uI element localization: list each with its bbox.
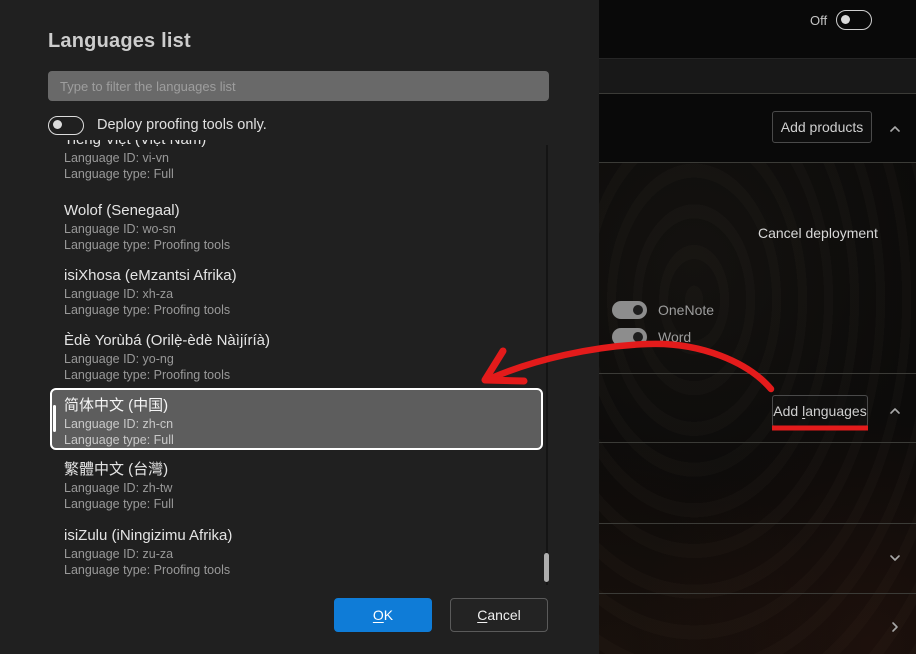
divider (599, 373, 916, 374)
list-item-selected[interactable]: 简体中文 (中国) Language ID: zh-cn Language ty… (50, 388, 543, 450)
toggle-knob (633, 305, 643, 315)
divider (599, 162, 916, 163)
selection-indicator (53, 405, 56, 432)
list-item[interactable]: Èdè Yorùbá (Orilẹ̀-èdè Nàìjíríà) Languag… (64, 332, 504, 383)
filter-languages-input[interactable] (48, 71, 549, 101)
word-label: Word (658, 329, 691, 345)
list-item[interactable]: Tiếng Việt (Việt Nam) Language ID: vi-vn… (64, 140, 504, 182)
onenote-label: OneNote (658, 302, 714, 318)
scrollbar-track (546, 145, 548, 585)
languages-list: Tiếng Việt (Việt Nam) Language ID: vi-vn… (0, 140, 599, 585)
chevron-right-icon[interactable] (887, 619, 903, 635)
proofing-toggle-label: Deploy proofing tools only. (97, 117, 267, 133)
ok-button[interactable]: OK (334, 598, 432, 632)
onenote-toggle[interactable] (612, 301, 647, 319)
proofing-toggle-row: Deploy proofing tools only. (48, 114, 267, 136)
divider (599, 442, 916, 443)
divider (599, 523, 916, 524)
scrollbar-thumb[interactable] (544, 553, 549, 582)
top-toggle-label: Off (810, 13, 827, 28)
chevron-down-icon[interactable] (887, 550, 903, 566)
add-languages-button[interactable]: Add languages (772, 395, 868, 427)
languages-list-dialog: Languages list Deploy proofing tools onl… (0, 0, 599, 654)
add-products-button[interactable]: Add products (772, 111, 872, 143)
toggle-knob (53, 120, 62, 129)
divider (599, 93, 916, 94)
list-item[interactable]: Wolof (Senegaal) Language ID: wo-sn Lang… (64, 202, 504, 253)
section-band (599, 58, 916, 93)
deployment-panel: Off Add products Cancel deployment OneNo… (599, 0, 916, 654)
list-item[interactable]: 繁體中文 (台灣) Language ID: zh-tw Language ty… (64, 461, 504, 512)
toggle-knob (633, 332, 643, 342)
list-item[interactable]: isiXhosa (eMzantsi Afrika) Language ID: … (64, 267, 504, 318)
chevron-up-icon[interactable] (887, 403, 903, 419)
word-toggle-row: Word (612, 327, 691, 346)
top-toggle[interactable] (836, 10, 872, 30)
chevron-up-icon[interactable] (887, 121, 903, 137)
divider (599, 593, 916, 594)
word-toggle[interactable] (612, 328, 647, 346)
cancel-button[interactable]: Cancel (450, 598, 548, 632)
screen: Off Add products Cancel deployment OneNo… (0, 0, 916, 654)
onenote-toggle-row: OneNote (612, 300, 714, 319)
list-item[interactable]: isiZulu (iNingizimu Afrika) Language ID:… (64, 527, 504, 578)
cancel-deployment-link[interactable]: Cancel deployment (758, 225, 878, 241)
deploy-proofing-toggle[interactable] (48, 116, 84, 135)
dialog-title: Languages list (48, 30, 191, 53)
toggle-knob (841, 15, 850, 24)
divider (599, 58, 916, 59)
